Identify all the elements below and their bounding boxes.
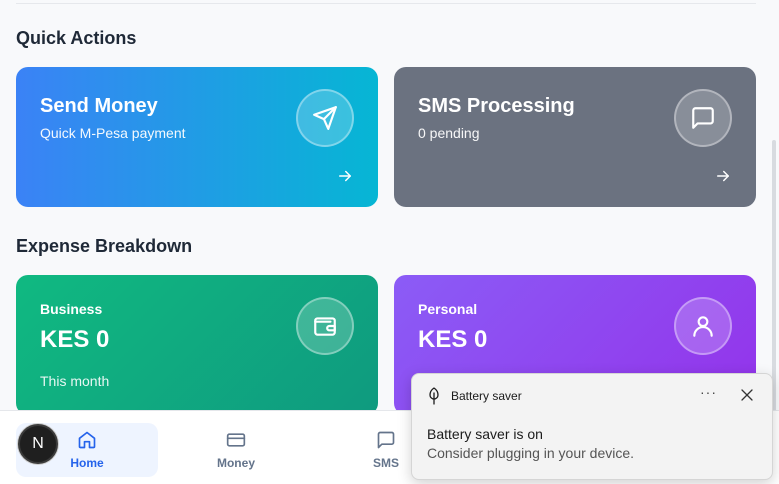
notification-app-name: Battery saver: [451, 389, 522, 403]
battery-saver-icon: [429, 387, 439, 405]
sms-pending-count: 0 pending: [418, 125, 480, 141]
close-icon[interactable]: [740, 388, 754, 402]
notification-body: Consider plugging in your device.: [427, 445, 635, 461]
business-label: Business: [40, 301, 103, 317]
arrow-right-icon: [717, 170, 729, 182]
nav-money-label: Money: [216, 456, 255, 470]
personal-amount: KES 0: [418, 326, 488, 353]
send-money-card[interactable]: Send Money Quick M-Pesa payment: [16, 67, 378, 207]
sms-processing-card[interactable]: SMS Processing 0 pending: [394, 67, 756, 207]
nav-sms-label: SMS: [372, 456, 399, 470]
chat-icon: [377, 431, 395, 449]
card-icon: [226, 433, 246, 447]
battery-saver-notification[interactable]: Battery saver ··· Battery saver is on Co…: [411, 373, 773, 480]
expense-breakdown-heading: Expense Breakdown: [16, 236, 193, 256]
notification-title: Battery saver is on: [427, 426, 543, 442]
business-expense-card[interactable]: Business KES 0 This month: [16, 275, 378, 415]
personal-label: Personal: [418, 301, 478, 317]
send-money-title: Send Money: [40, 95, 158, 117]
more-options-icon[interactable]: ···: [700, 384, 717, 400]
top-card-edge: [16, 0, 756, 4]
quick-actions-heading: Quick Actions: [16, 28, 137, 48]
arrow-right-icon: [339, 170, 351, 182]
wallet-icon: [296, 297, 354, 355]
user-icon: [674, 297, 732, 355]
business-period: This month: [40, 373, 110, 389]
nav-money[interactable]: Money: [165, 423, 307, 477]
app-screen: Quick Actions Send Money Quick M-Pesa pa…: [0, 0, 779, 484]
message-icon: [674, 89, 732, 147]
nav-home-label: Home: [70, 456, 104, 470]
sms-processing-title: SMS Processing: [418, 95, 575, 117]
send-money-subtitle: Quick M-Pesa payment: [40, 125, 186, 141]
avatar[interactable]: N: [18, 424, 58, 464]
business-amount: KES 0: [40, 326, 110, 353]
send-icon: [296, 89, 354, 147]
home-icon: [78, 431, 96, 449]
